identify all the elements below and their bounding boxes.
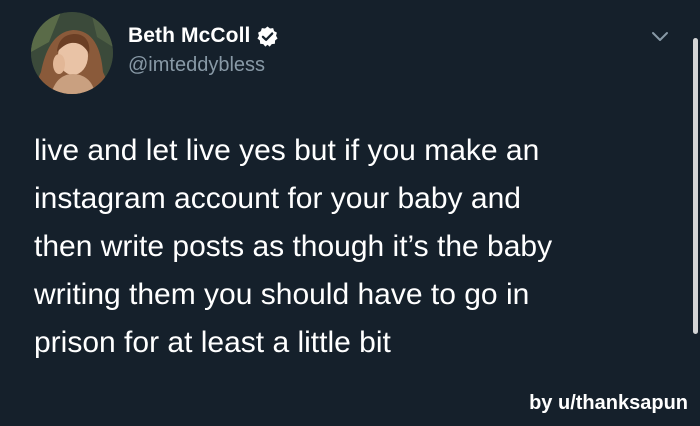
- tweet-line: live and let live yes but if you make an: [34, 134, 540, 167]
- tweet-text: live and let live yes but if you make an…: [34, 127, 684, 367]
- tweet-line: writing them you should have to go in: [34, 278, 530, 311]
- tweet-author[interactable]: Beth McColl @imteddybless: [128, 22, 279, 77]
- tweet-line: then write posts as though it’s the baby: [34, 230, 553, 263]
- tweet-line: prison for at least a little bit: [34, 326, 391, 359]
- author-handle[interactable]: @imteddybless: [128, 54, 279, 77]
- author-name[interactable]: Beth McColl: [128, 24, 250, 48]
- avatar[interactable]: [31, 12, 113, 94]
- tweet-line: instagram account for your baby and: [34, 182, 521, 215]
- scrollbar[interactable]: [693, 38, 698, 334]
- author-name-row: Beth McColl: [128, 22, 279, 50]
- chevron-down-icon[interactable]: [648, 24, 672, 48]
- avatar-photo: [31, 12, 113, 94]
- watermark: by u/thanksapun: [529, 392, 688, 414]
- verified-badge-icon: [256, 25, 279, 48]
